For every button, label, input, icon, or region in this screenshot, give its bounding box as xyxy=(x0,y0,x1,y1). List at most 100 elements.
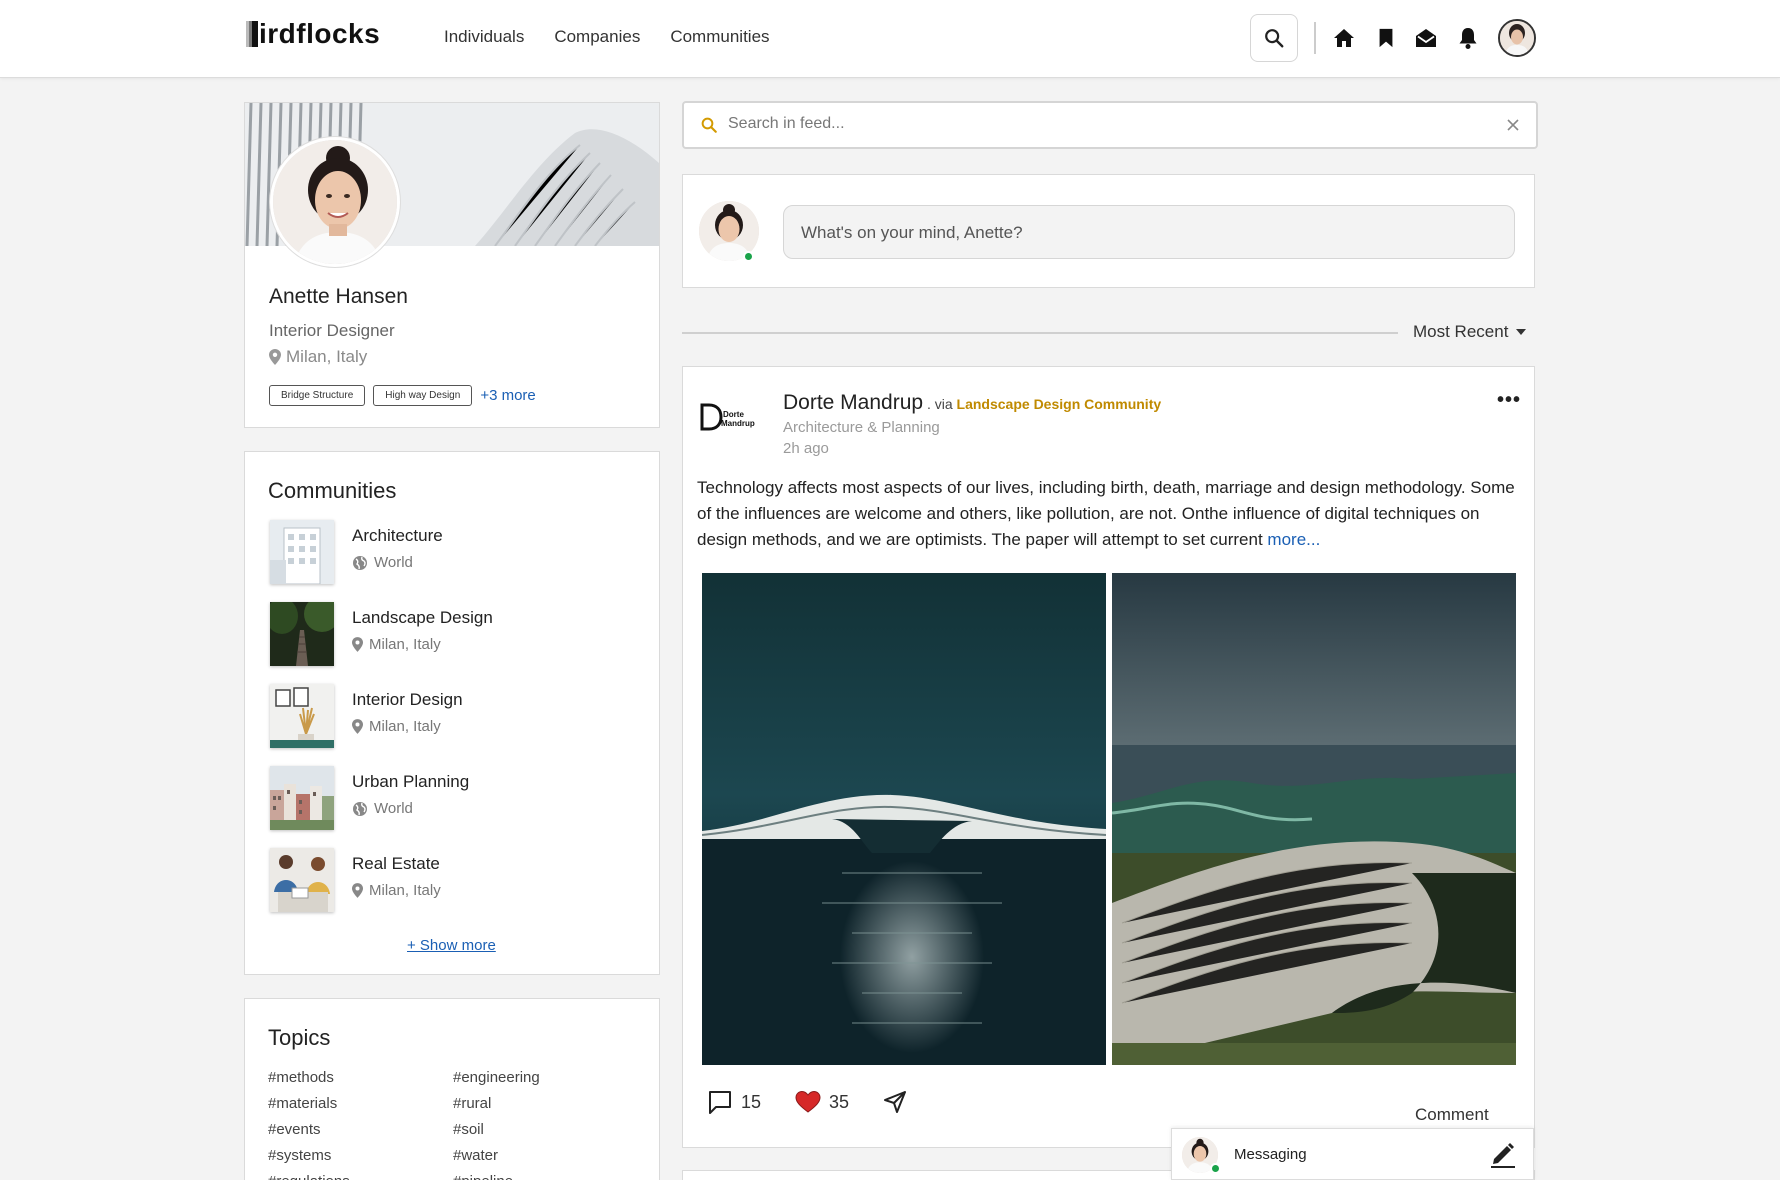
communities-heading: Communities xyxy=(268,478,397,503)
topics-card: Topics #methods #materials #events #syst… xyxy=(244,998,660,1180)
post-more-options-icon[interactable]: ••• xyxy=(1497,389,1521,412)
nav-divider xyxy=(1314,22,1316,54)
profile-tags: Bridge Structure High way Design +3 more xyxy=(269,385,536,406)
comments-action[interactable]: 15 xyxy=(707,1089,761,1115)
profile-photo[interactable] xyxy=(270,137,400,267)
feed-divider xyxy=(682,332,1398,334)
post-read-more-link[interactable]: more... xyxy=(1267,530,1320,549)
post-body-text: Technology affects most aspects of our l… xyxy=(697,478,1515,549)
author-logo[interactable]: Dorte Mandrup xyxy=(699,401,759,433)
notifications-button[interactable] xyxy=(1454,24,1482,52)
community-location-text: World xyxy=(374,554,413,571)
topic-tag[interactable]: #pipeline xyxy=(453,1169,540,1180)
landscape-thumb-icon xyxy=(270,602,334,666)
globe-icon xyxy=(353,801,367,816)
topic-tag[interactable]: #water xyxy=(453,1143,540,1169)
topics-column-2: #engineering #rural #soil #water #pipeli… xyxy=(453,1065,540,1180)
community-name[interactable]: Interior Design xyxy=(352,690,463,710)
bookmarks-button[interactable] xyxy=(1372,24,1400,52)
logo-text-line-2: Mandrup xyxy=(721,419,755,428)
profile-portrait-icon xyxy=(273,140,397,264)
architecture-thumb-icon xyxy=(270,520,334,584)
user-avatar[interactable] xyxy=(1498,19,1536,57)
community-name[interactable]: Landscape Design xyxy=(352,608,493,628)
search-icon xyxy=(1265,29,1284,48)
globe-icon xyxy=(353,555,367,570)
top-navbar: irdflocks Individuals Companies Communit… xyxy=(0,0,1780,78)
bookmark-icon xyxy=(1379,28,1393,48)
community-location-text: Milan, Italy xyxy=(369,636,441,653)
community-thumb xyxy=(270,684,334,748)
location-pin-icon xyxy=(269,349,281,365)
community-thumb xyxy=(270,848,334,912)
share-action[interactable] xyxy=(883,1090,907,1114)
tag-bridge-structure[interactable]: Bridge Structure xyxy=(269,385,366,406)
dorte-mandrup-logo-icon: Dorte Mandrup xyxy=(700,403,755,431)
topic-tag[interactable]: #materials xyxy=(268,1091,350,1117)
compose-message-button[interactable] xyxy=(1488,1139,1518,1169)
profile-name[interactable]: Anette Hansen xyxy=(269,285,408,309)
community-location: World xyxy=(352,800,413,817)
post-author-line: Dorte Mandrup . via Landscape Design Com… xyxy=(783,391,1161,415)
community-item-real-estate[interactable]: Real Estate Milan, Italy xyxy=(270,848,640,914)
topic-tag[interactable]: #rural xyxy=(453,1091,540,1117)
topic-tag[interactable]: #engineering xyxy=(453,1065,540,1091)
topic-tag[interactable]: #events xyxy=(268,1117,350,1143)
post-image-2[interactable] xyxy=(1112,573,1516,1065)
urban-thumb-icon xyxy=(270,766,334,830)
post-author-subtitle: Architecture & Planning xyxy=(783,419,940,436)
feed-search-input[interactable] xyxy=(728,115,1488,133)
home-button[interactable] xyxy=(1330,24,1358,52)
community-location-text: Milan, Italy xyxy=(369,718,441,735)
send-icon xyxy=(884,1091,907,1113)
logo-text-line-1: Dorte xyxy=(723,410,744,419)
like-action[interactable]: 35 xyxy=(795,1090,849,1114)
community-name[interactable]: Real Estate xyxy=(352,854,440,874)
topic-tag[interactable]: #regulations xyxy=(268,1169,350,1180)
coast-aerial-image-icon xyxy=(1112,573,1516,1065)
communities-card: Communities Architecture World Landscape… xyxy=(244,451,660,975)
post-via-text: . via xyxy=(923,396,957,412)
topic-tag[interactable]: #soil xyxy=(453,1117,540,1143)
nav-communities[interactable]: Communities xyxy=(670,27,769,47)
global-search-button[interactable] xyxy=(1250,14,1298,62)
post-image-1[interactable] xyxy=(702,573,1106,1065)
community-thumb xyxy=(270,602,334,666)
post-body: Technology affects most aspects of our l… xyxy=(697,475,1517,553)
nav-individuals[interactable]: Individuals xyxy=(444,27,524,47)
online-status-dot xyxy=(1210,1163,1221,1174)
community-name[interactable]: Urban Planning xyxy=(352,772,469,792)
community-item-urban-planning[interactable]: Urban Planning World xyxy=(270,766,640,832)
logo-mark-icon xyxy=(246,21,258,47)
comment-button[interactable]: Comment xyxy=(1415,1105,1489,1125)
topic-tag[interactable]: #methods xyxy=(268,1065,350,1091)
pencil-icon xyxy=(1491,1143,1515,1168)
show-more-communities-link[interactable]: + Show more xyxy=(407,937,496,954)
community-item-interior-design[interactable]: Interior Design Milan, Italy xyxy=(270,684,640,750)
more-tags-link[interactable]: +3 more xyxy=(480,387,535,404)
location-pin-icon xyxy=(352,637,363,652)
post-author-name[interactable]: Dorte Mandrup xyxy=(783,391,923,414)
location-pin-icon xyxy=(352,719,363,734)
home-icon xyxy=(1334,29,1354,47)
composer-input[interactable]: What's on your mind, Anette? xyxy=(783,205,1515,259)
messaging-dock[interactable]: Messaging xyxy=(1171,1128,1534,1180)
sort-dropdown[interactable]: Most Recent xyxy=(1413,322,1527,342)
community-item-landscape-design[interactable]: Landscape Design Milan, Italy xyxy=(270,602,640,668)
comments-count: 15 xyxy=(741,1091,762,1112)
profile-card: Anette Hansen Interior Designer Milan, I… xyxy=(244,102,660,428)
search-icon xyxy=(701,117,717,133)
community-location: World xyxy=(352,554,413,571)
comment-icon xyxy=(709,1091,731,1114)
community-item-architecture[interactable]: Architecture World xyxy=(270,520,640,586)
community-name[interactable]: Architecture xyxy=(352,526,443,546)
post-community-link[interactable]: Landscape Design Community xyxy=(957,396,1162,412)
feed-search-bar xyxy=(682,101,1538,149)
nav-companies[interactable]: Companies xyxy=(554,27,640,47)
brand-logo[interactable]: irdflocks xyxy=(246,18,380,50)
clear-search-icon[interactable] xyxy=(1506,118,1520,132)
online-status-dot xyxy=(743,251,754,262)
tag-highway-design[interactable]: High way Design xyxy=(373,385,473,406)
topic-tag[interactable]: #systems xyxy=(268,1143,350,1169)
messages-button[interactable] xyxy=(1412,24,1440,52)
